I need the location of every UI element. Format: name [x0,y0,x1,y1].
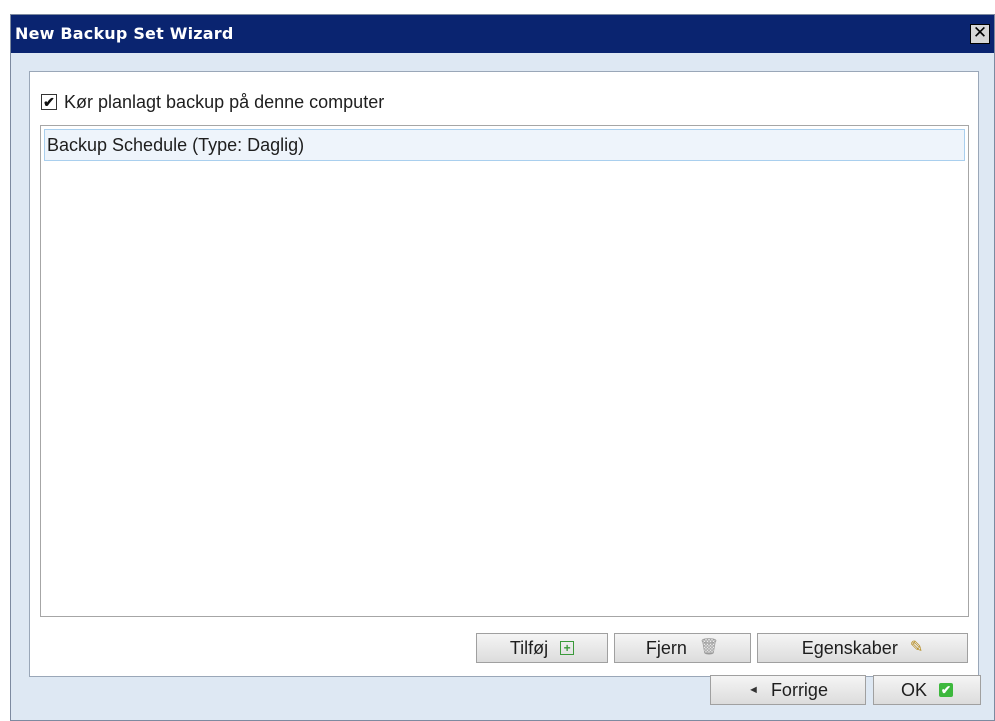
trash-icon: 🗑 [698,639,720,656]
schedule-panel: ✔ Kør planlagt backup på denne computer … [29,71,979,677]
title-bar[interactable]: New Backup Set Wizard ✕ [11,15,994,53]
close-button[interactable]: ✕ [970,24,990,44]
schedule-list-item[interactable]: Backup Schedule (Type: Daglig) [44,129,965,161]
back-button[interactable]: ◄ Forrige [710,675,866,705]
close-icon: ✕ [972,23,988,43]
properties-button-label: Egenskaber [801,638,898,658]
enable-schedule-row[interactable]: ✔ Kør planlagt backup på denne computer [41,90,384,114]
ok-button-label: OK [900,680,927,700]
enable-schedule-label[interactable]: Kør planlagt backup på denne computer [64,92,384,113]
enable-schedule-checkbox[interactable]: ✔ [41,94,57,110]
plus-box-icon: + [560,641,575,655]
window-title: New Backup Set Wizard [15,24,234,43]
add-button-label: Tilføj [509,638,549,658]
remove-button-label: Fjern [645,638,687,658]
back-button-label: Forrige [770,680,828,700]
ok-button[interactable]: OK ✔ [873,675,981,705]
remove-button[interactable]: Fjern 🗑 [614,633,751,663]
add-button[interactable]: Tilføj + [476,633,608,663]
checkmark-icon: ✔ [43,94,55,110]
properties-button[interactable]: Egenskaber ✎ [757,633,968,663]
schedule-list[interactable]: Backup Schedule (Type: Daglig) [40,125,969,617]
left-arrow-icon: ◄ [748,684,759,696]
check-icon: ✔ [939,683,953,697]
edit-icon: ✎ [909,639,924,656]
backup-wizard-dialog: New Backup Set Wizard ✕ ✔ Kør planlagt b… [10,14,995,721]
